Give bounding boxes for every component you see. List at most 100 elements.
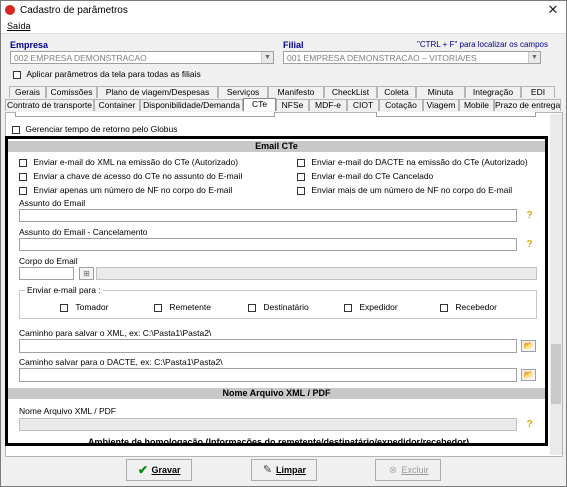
binoculars-icon[interactable]: ⊞ (79, 267, 94, 280)
enviar-recebedor[interactable]: Recebedor (440, 302, 497, 312)
xml-path-input[interactable] (19, 339, 517, 353)
enviar-expedidor[interactable]: Expedidor (344, 302, 398, 312)
dacte-path-label: Caminho salvar para o DACTE, ex: C:\Past… (19, 357, 223, 367)
help-icon[interactable]: ? (525, 420, 534, 430)
tab-edi[interactable]: EDI (521, 86, 555, 98)
tab-disponibilidade[interactable]: Disponibilidade/Demanda (140, 99, 243, 111)
check-cte-cancelado[interactable]: Enviar e-mail do CTe Cancelado (297, 171, 433, 181)
chevron-down-icon: ▼ (528, 52, 540, 63)
tab-cte[interactable]: CTe (243, 98, 276, 111)
enviar-destinatario[interactable]: Destinatário (248, 302, 309, 312)
corpo-desc-input (96, 267, 537, 280)
tab-contrato[interactable]: Contrato de transporte (5, 99, 94, 111)
window: Cadastro de parâmetros ✕ Saída Empresa 0… (0, 0, 567, 487)
tab-gerais[interactable]: Gerais (9, 86, 46, 98)
tab-ciot[interactable]: CIOT (347, 99, 379, 111)
homologacao-header: Ambiente de homologação (Informações do … (88, 437, 470, 443)
check-label: Enviar a chave de acesso do CTe no assun… (33, 171, 243, 181)
checkbox[interactable] (248, 303, 256, 312)
checkbox[interactable] (154, 303, 162, 312)
tab-container[interactable]: Container (94, 99, 140, 111)
checkbox[interactable] (344, 303, 352, 312)
tab-prazo-entrega[interactable]: Prazo de entrega (494, 99, 561, 111)
option-label: Recebedor (455, 302, 497, 312)
xml-path-label: Caminho para salvar o XML, ex: C:\Pasta1… (19, 328, 212, 338)
assunto-cancel-input[interactable] (19, 238, 517, 251)
checkbox[interactable] (297, 172, 305, 181)
filial-value: 001 EMPRESA DEMONSTRACAO – VITORIA/ES (287, 53, 477, 63)
check-um-nf[interactable]: Enviar apenas um número de NF no corpo d… (19, 185, 232, 195)
check-mais-nf[interactable]: Enviar mais de um número de NF no corpo … (297, 185, 512, 195)
delete-icon: ⊗ (388, 465, 398, 477)
eraser-icon: ✎ (262, 464, 273, 477)
checkbox[interactable] (60, 303, 68, 312)
checkbox[interactable] (297, 186, 305, 195)
menu-bar: Saída (1, 20, 566, 34)
excluir-button[interactable]: ⊗ Excluir (375, 459, 441, 481)
tab-minuta[interactable]: Minuta (416, 86, 465, 98)
tab-nfse[interactable]: NFSe (276, 99, 309, 111)
enviar-remetente[interactable]: Remetente (154, 302, 211, 312)
nome-arquivo-input[interactable] (19, 418, 517, 431)
tab-viagem[interactable]: Viagem (423, 99, 459, 111)
corpo-code-input[interactable] (19, 267, 74, 280)
help-icon[interactable]: ? (525, 211, 534, 221)
close-icon[interactable]: ✕ (542, 2, 564, 18)
tab-mdfe[interactable]: MDF-e (309, 99, 347, 111)
checkbox[interactable] (19, 172, 27, 181)
assunto-cancel-label: Assunto do Email - Cancelamento (19, 227, 148, 237)
help-icon[interactable]: ? (525, 240, 534, 250)
enviar-tomador[interactable]: Tomador (60, 302, 108, 312)
check-label: Enviar e-mail do DACTE na emissão do CTe… (311, 157, 528, 167)
enviar-para-label: Enviar e-mail para : (25, 285, 103, 295)
filial-label: Filial (283, 40, 304, 50)
check-label: Enviar e-mail do CTe Cancelado (311, 171, 434, 181)
gerenciar-checkbox[interactable] (12, 125, 20, 134)
limpar-label: Limpar (275, 465, 306, 475)
gerenciar-label: Gerenciar tempo de retorno pelo Globus (25, 124, 178, 134)
app-icon (5, 5, 15, 15)
dacte-path-input[interactable] (19, 368, 517, 382)
folder-icon[interactable]: 📂 (521, 340, 536, 352)
gerenciar-row[interactable]: Gerenciar tempo de retorno pelo Globus (12, 124, 178, 134)
menu-saida[interactable]: Saída (7, 21, 31, 31)
aplicar-row[interactable]: Aplicar parâmetros da tela para todas as… (13, 69, 201, 79)
gravar-button[interactable]: ✔ Gravar (126, 459, 192, 481)
tab-servicos[interactable]: Serviços (218, 86, 268, 98)
tabs-row-1: Gerais Comissões Plano de viagem/Despesa… (9, 86, 556, 98)
title-bar: Cadastro de parâmetros ✕ (1, 1, 566, 20)
vertical-scrollbar[interactable] (550, 114, 562, 455)
option-label: Remetente (169, 302, 211, 312)
assunto-label: Assunto do Email (19, 198, 86, 208)
check-label: Enviar apenas um número de NF no corpo d… (33, 185, 233, 195)
tab-mobile[interactable]: Mobile (459, 99, 494, 111)
assunto-input[interactable] (19, 209, 517, 222)
scrollbar-thumb[interactable] (551, 344, 561, 404)
tab-coleta[interactable]: Coleta (377, 86, 416, 98)
checkbox[interactable] (440, 303, 448, 312)
check-icon: ✔ (137, 463, 149, 478)
tab-comissoes[interactable]: Comissões (46, 86, 97, 98)
window-title: Cadastro de parâmetros (20, 5, 128, 16)
checkbox[interactable] (19, 158, 27, 167)
empresa-select[interactable]: 002 EMPRESA DEMONSTRACAO ▼ (10, 51, 274, 64)
tab-manifesto[interactable]: Manifesto (268, 86, 324, 98)
checkbox[interactable] (19, 186, 27, 195)
tab-plano-viagem[interactable]: Plano de viagem/Despesas (97, 86, 218, 98)
tab-integracao[interactable]: Integração (465, 86, 521, 98)
email-cte-header: Email CTe (8, 141, 545, 152)
check-label: Enviar e-mail do XML na emissão do CTe (… (33, 157, 239, 167)
check-dacte-autorizado[interactable]: Enviar e-mail do DACTE na emissão do CTe… (297, 157, 528, 167)
corpo-label: Corpo do Email (19, 256, 78, 266)
check-chave-acesso[interactable]: Enviar a chave de acesso do CTe no assun… (19, 171, 242, 181)
tabs-row-2: Contrato de transporte Container Disponi… (5, 98, 562, 111)
check-label: Enviar mais de um número de NF no corpo … (311, 185, 513, 195)
tab-checklist[interactable]: CheckList (324, 86, 377, 98)
folder-icon[interactable]: 📂 (521, 369, 536, 381)
limpar-button[interactable]: ✎ Limpar (251, 459, 317, 481)
checkbox[interactable] (297, 158, 305, 167)
tab-cotacao[interactable]: Cotação (379, 99, 423, 111)
filial-select[interactable]: 001 EMPRESA DEMONSTRACAO – VITORIA/ES ▼ (283, 51, 541, 64)
aplicar-checkbox[interactable] (13, 70, 21, 79)
check-xml-autorizado[interactable]: Enviar e-mail do XML na emissão do CTe (… (19, 157, 238, 167)
